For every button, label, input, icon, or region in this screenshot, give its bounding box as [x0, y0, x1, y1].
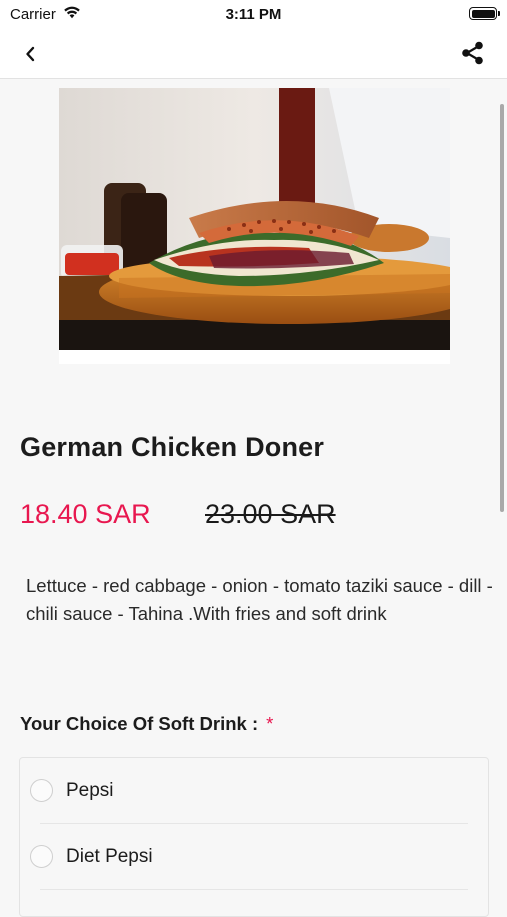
soft-drink-options: Pepsi Diet Pepsi: [19, 757, 489, 917]
share-icon: [462, 41, 483, 65]
option-group-title-text: Your Choice Of Soft Drink :: [20, 713, 259, 734]
option-divider: [40, 889, 468, 890]
product-description: Lettuce - red cabbage - onion - tomato t…: [26, 575, 493, 624]
status-bar: Carrier 3:11 PM: [0, 0, 507, 28]
option-label: Diet Pepsi: [66, 846, 153, 867]
battery-icon: [469, 7, 500, 20]
product-name: German Chicken Doner: [20, 432, 325, 462]
scrollbar[interactable]: [500, 104, 504, 512]
sale-price: 18.40 SAR: [20, 499, 151, 529]
option-group-title: Your Choice Of Soft Drink : *: [20, 713, 273, 735]
option-pepsi[interactable]: Pepsi: [20, 758, 488, 823]
option-label: Pepsi: [66, 780, 114, 801]
status-time: 3:11 PM: [225, 6, 282, 23]
navigation-bar: [0, 28, 507, 79]
product-image-container: [59, 88, 450, 364]
product-photo: [59, 88, 450, 350]
radio-button[interactable]: [30, 779, 53, 802]
radio-button[interactable]: [30, 845, 53, 868]
share-button[interactable]: [459, 39, 487, 67]
option-diet-pepsi[interactable]: Diet Pepsi: [20, 824, 488, 889]
back-button[interactable]: [18, 41, 44, 67]
required-marker: *: [266, 713, 274, 734]
chevron-left-icon: [26, 46, 35, 62]
original-price: 23.00 SAR: [205, 499, 336, 529]
